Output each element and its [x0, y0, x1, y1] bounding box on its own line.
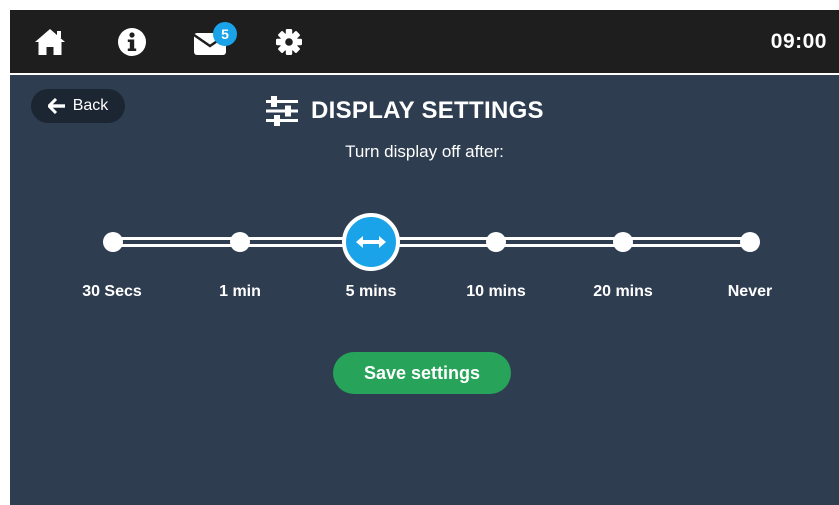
slider-thumb[interactable]: [342, 213, 400, 271]
save-settings-button[interactable]: Save settings: [333, 352, 511, 394]
slider-stop-never[interactable]: [740, 232, 760, 252]
option-label-1-min[interactable]: 1 min: [185, 283, 295, 301]
slider-stop-20-mins[interactable]: [613, 232, 633, 252]
option-label-5-mins[interactable]: 5 mins: [316, 283, 426, 301]
option-label-never[interactable]: Never: [695, 283, 805, 301]
slider-stop-10-mins[interactable]: [486, 232, 506, 252]
slider-track[interactable]: [112, 237, 750, 247]
display-timeout-slider: 30 Secs 1 min 5 mins 10 mins 20 mins Nev…: [10, 10, 839, 505]
slider-stop-1-min[interactable]: [230, 232, 250, 252]
display-settings-screen: 5 09:00 Back DISPLAY SETTINGS Turn displ…: [10, 10, 839, 505]
horizontal-arrows-icon: [356, 236, 386, 248]
option-label-10-mins[interactable]: 10 mins: [441, 283, 551, 301]
option-label-30-secs[interactable]: 30 Secs: [57, 283, 167, 301]
slider-stop-30-secs[interactable]: [103, 232, 123, 252]
option-label-20-mins[interactable]: 20 mins: [568, 283, 678, 301]
